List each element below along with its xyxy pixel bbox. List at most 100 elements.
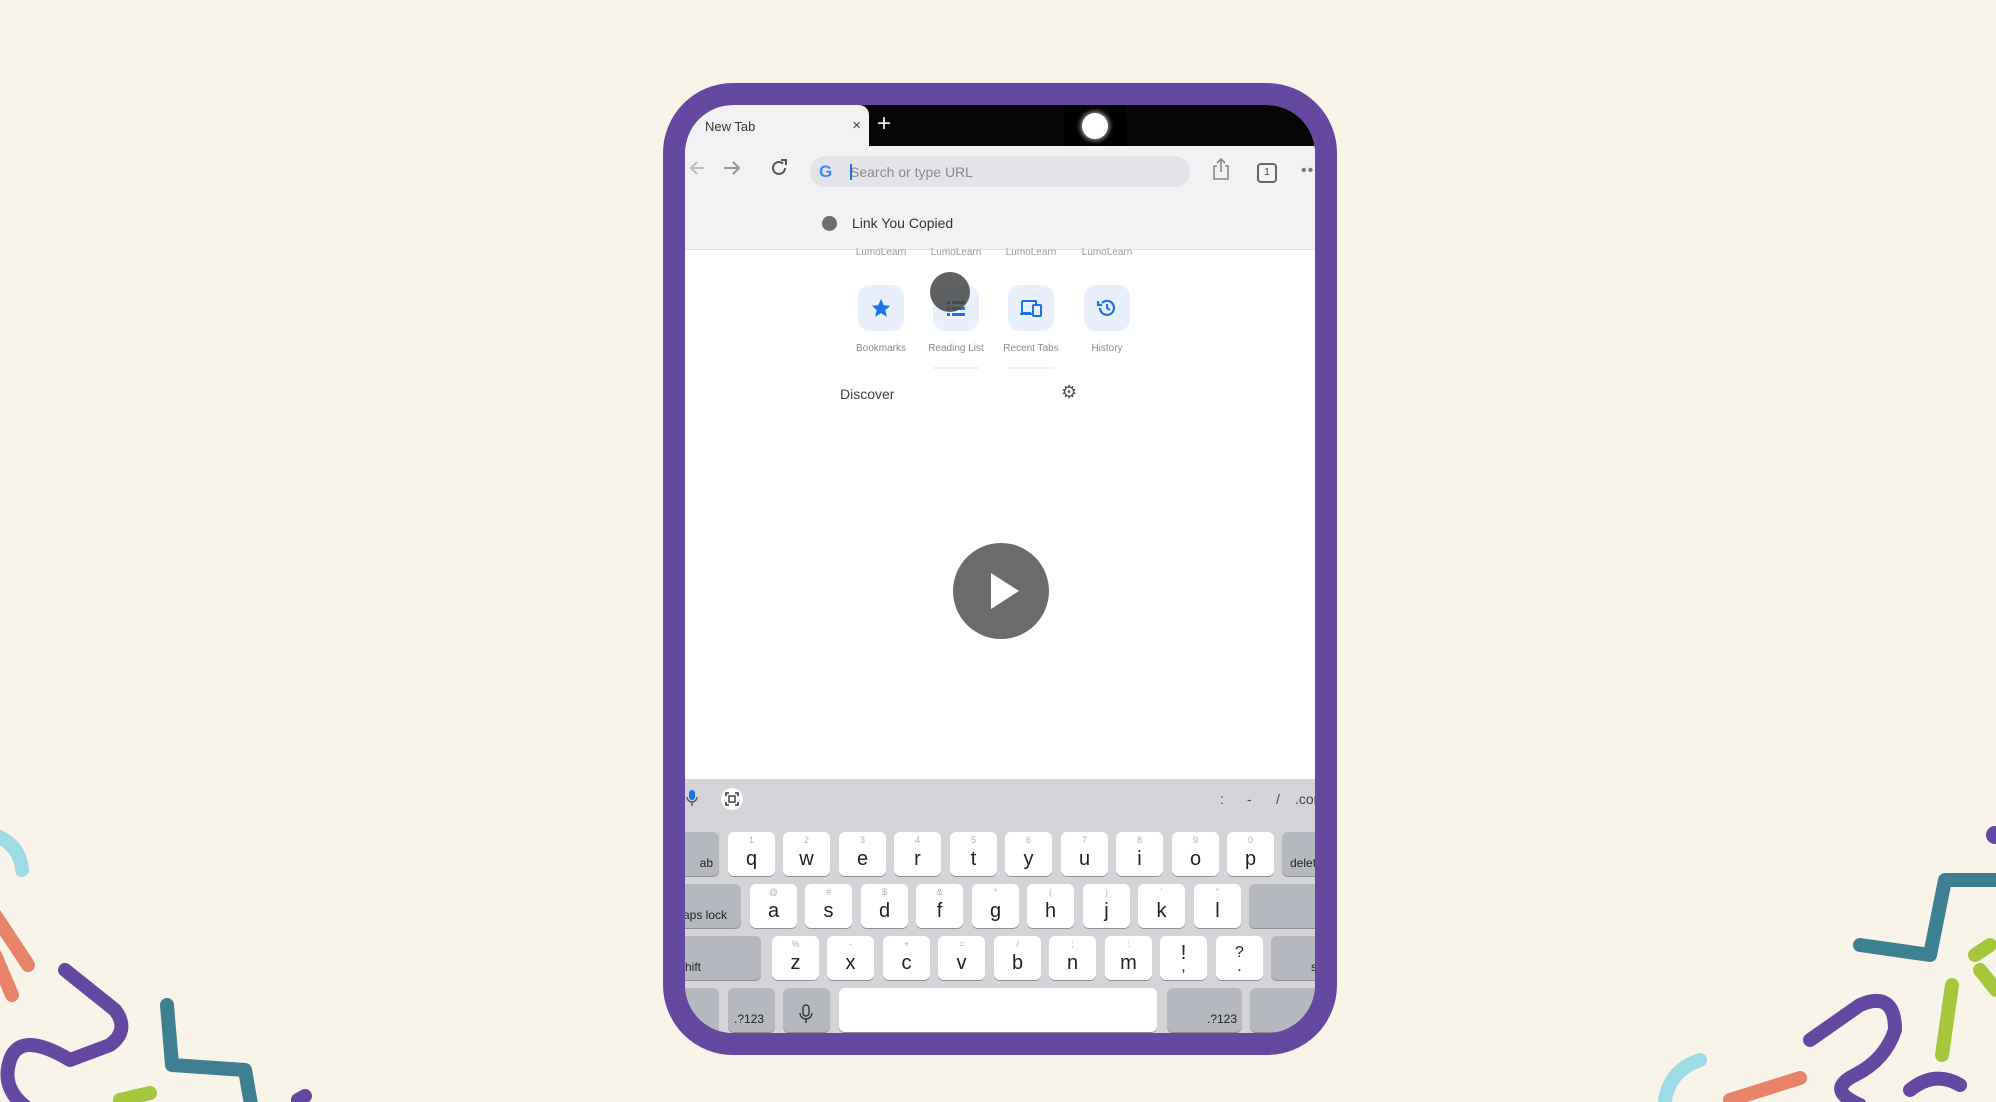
shortcut-divider [1008,367,1054,369]
key-label: . [1237,958,1242,975]
dismiss-keyboard-key[interactable] [1250,988,1315,1032]
key-w[interactable]: 2w [783,832,830,876]
accessory-dotcom[interactable]: .com [1295,791,1315,807]
share-icon[interactable] [1211,157,1231,188]
key-hint: 9 [1192,835,1198,845]
accessory-dash[interactable]: - [1247,791,1252,807]
key-x[interactable]: -x [827,936,874,980]
bookmarks-shortcut[interactable] [858,285,904,331]
key-p[interactable]: 0p [1227,832,1274,876]
reload-icon[interactable] [768,157,790,186]
copied-link-suggestion[interactable]: Link You Copied [685,198,1315,250]
tab-switcher-button[interactable]: 1 [1257,163,1277,183]
key-label: m [1120,952,1137,974]
key-a[interactable]: @ a [750,884,797,928]
more-options-icon[interactable]: ••• [1301,157,1315,185]
key-m[interactable]: :m [1105,936,1152,980]
key-z[interactable]: % z [772,936,819,980]
caps-lock-key[interactable]: aps lock [685,884,741,928]
most-visited-label[interactable]: LumoLearn [920,247,992,258]
devices-icon [1020,300,1042,317]
shift-left-key[interactable]: hift [685,936,761,980]
camera-lens [1082,113,1108,139]
discover-heading: Discover [840,386,895,402]
key-t[interactable]: 5t [950,832,997,876]
shortcut-label: Reading List [928,343,984,354]
omnibox[interactable]: G [810,156,1190,187]
key-j[interactable]: ) j [1083,884,1130,928]
key-label: r [914,848,921,870]
key-label: o [1189,848,1202,870]
key-k[interactable]: ' k [1138,884,1185,928]
numbers-key-left[interactable]: .?123 [728,988,775,1032]
key-label: .?123 [734,1012,765,1026]
key-d[interactable]: $ d [861,884,908,928]
dictation-mic-icon[interactable] [686,789,698,812]
back-arrow-icon[interactable] [688,157,708,185]
return-key[interactable] [1249,884,1315,928]
space-bar[interactable] [839,988,1157,1032]
most-visited-label[interactable]: LumoLearn [995,247,1067,258]
most-visited-label[interactable]: LumoLearn [845,247,917,258]
search-url-input[interactable] [850,156,1170,187]
google-g-icon: G [819,162,833,181]
key-hint: # [825,887,831,897]
delete-key[interactable]: delet [1282,832,1315,876]
key-label: hift [685,960,702,974]
key-h[interactable]: (h [1027,884,1074,928]
key-label: u [1078,848,1091,870]
globe-icon [822,216,837,231]
most-visited-label[interactable]: LumoLearn [1071,247,1143,258]
key-c[interactable]: + c [883,936,930,980]
key-n[interactable]: ; n [1049,936,1096,980]
shift-right-key[interactable]: shi [1271,936,1315,980]
key-y[interactable]: 6y [1005,832,1052,876]
key-o[interactable]: 9o [1172,832,1219,876]
play-button[interactable] [953,543,1049,639]
tab-key[interactable]: ab [685,832,719,876]
key-v[interactable]: = v [938,936,985,980]
key-label: e [856,848,869,870]
close-tab-icon[interactable]: × [852,105,861,146]
key-hint: 0 [1247,835,1253,845]
key-e[interactable]: 3e [839,832,886,876]
key-u[interactable]: 7u [1061,832,1108,876]
tab-title: New Tab [705,119,756,134]
recent-tabs-shortcut[interactable] [1008,285,1054,331]
key-i[interactable]: 8i [1116,832,1163,876]
key-l[interactable]: " l [1194,884,1241,928]
dictation-key[interactable] [783,988,830,1032]
key-q[interactable]: 1q [728,832,775,876]
key-label: w [799,848,814,870]
browser-toolbar: G 1 ••• [685,146,1315,198]
text-caret [850,164,852,180]
history-shortcut[interactable] [1084,285,1130,331]
scan-icon[interactable] [720,787,744,816]
accessory-slash[interactable]: / [1276,791,1280,807]
touch-indicator [930,272,970,312]
key-hint: ; [1071,939,1074,949]
forward-arrow-icon[interactable] [721,157,743,185]
key-hint: : [1127,939,1130,949]
accessory-colon[interactable]: : [1220,791,1224,807]
suggestion-label: Link You Copied [852,215,954,231]
key-hint: % [791,939,800,949]
key-question[interactable]: ?. [1216,936,1263,980]
key-label: ab [699,856,713,870]
new-tab-plus-icon[interactable]: + [877,109,891,139]
key-b[interactable]: / b [994,936,1041,980]
key-hint: 2 [803,835,809,845]
numbers-key-right[interactable]: .?123 [1167,988,1242,1032]
gear-icon[interactable]: ⚙ [1061,382,1077,403]
star-icon [871,298,891,317]
globe-key[interactable] [685,988,719,1032]
key-exclamation[interactable]: !, [1160,936,1207,980]
key-g[interactable]: * g [972,884,1019,928]
history-icon [1096,299,1116,316]
key-f[interactable]: & f [916,884,963,928]
key-hint: / [1016,939,1019,949]
key-label: k [1156,900,1167,922]
key-r[interactable]: 4r [894,832,941,876]
key-s[interactable]: # s [805,884,852,928]
tab-new-tab[interactable]: New Tab × [685,105,869,146]
